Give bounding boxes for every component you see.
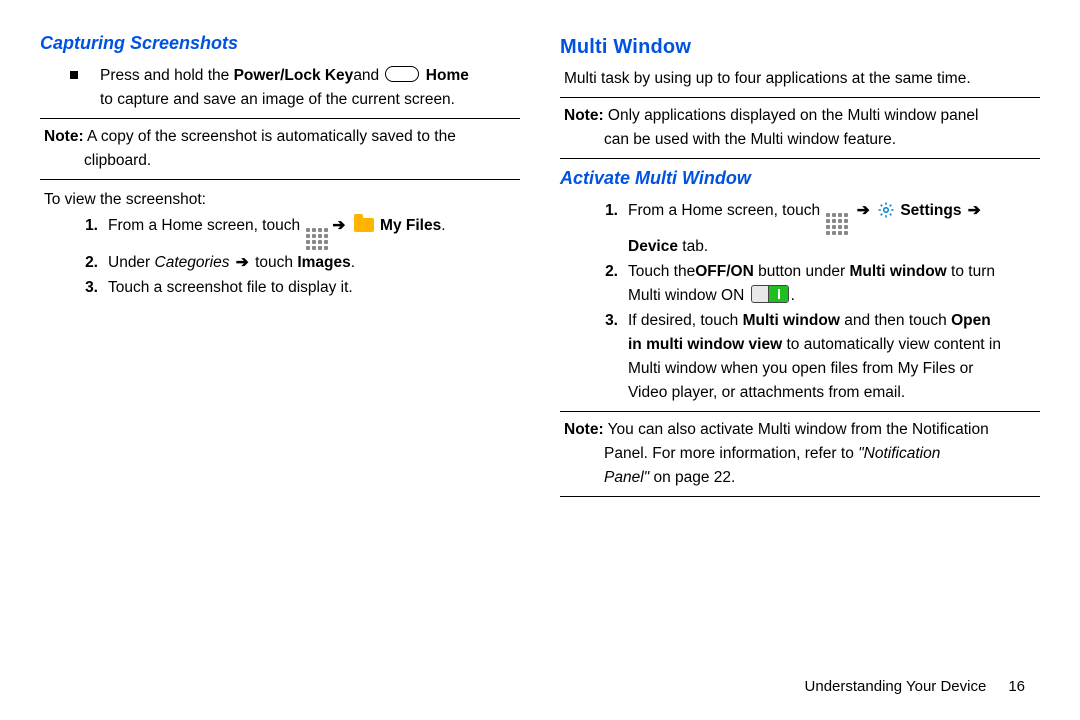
step-number: 1. xyxy=(40,214,108,238)
dot: . xyxy=(441,217,445,234)
in-multi-window-view-label: in multi window view xyxy=(628,336,782,353)
text: to turn xyxy=(947,263,995,280)
gear-icon xyxy=(877,201,895,219)
arrow-icon: ➔ xyxy=(230,254,256,271)
text: From a Home screen, touch xyxy=(628,202,824,219)
text: Under xyxy=(108,254,155,271)
arrow-icon: ➔ xyxy=(330,217,347,234)
note-notification-panel: Note: You can also activate Multi window… xyxy=(564,418,1040,490)
step-3: 3. If desired, touch Multi window and th… xyxy=(560,309,1040,405)
section-title: Understanding Your Device xyxy=(805,678,987,695)
settings-label: Settings xyxy=(896,202,961,219)
left-column: Capturing Screenshots Press and hold the… xyxy=(40,30,520,503)
arrow-icon: ➔ xyxy=(850,202,876,219)
right-column: Multi Window Multi task by using up to f… xyxy=(560,30,1040,503)
step-1: 1. From a Home screen, touch ➔ Settings … xyxy=(560,199,1040,259)
heading-capturing-screenshots: Capturing Screenshots xyxy=(40,30,520,58)
note-text-2: clipboard. xyxy=(44,149,520,173)
note-label: Note: xyxy=(564,107,604,124)
step-number: 2. xyxy=(560,260,628,284)
divider xyxy=(40,118,520,119)
categories-label: Categories xyxy=(155,254,230,271)
step-number: 1. xyxy=(560,199,628,223)
intro-view-screenshot: To view the screenshot: xyxy=(44,188,520,212)
text: button under xyxy=(754,263,850,280)
folder-icon xyxy=(354,218,374,232)
note-only-apps: Note: Only applications displayed on the… xyxy=(564,104,1040,152)
open-label: Open xyxy=(951,312,991,329)
off-on-label: OFF/ON xyxy=(695,263,754,280)
arrow-icon: ➔ xyxy=(961,202,982,219)
divider xyxy=(560,158,1040,159)
apps-grid-icon xyxy=(306,228,328,250)
notification-ref: "Notification xyxy=(858,445,940,462)
step-number: 2. xyxy=(40,251,108,275)
text: From a Home screen, touch xyxy=(108,217,304,234)
divider xyxy=(560,411,1040,412)
multi-window-label: Multi window xyxy=(743,312,840,329)
step-2: 2. Under Categories ➔ touch Images. xyxy=(40,251,520,275)
home-label: Home xyxy=(421,67,468,84)
text: and then touch xyxy=(840,312,951,329)
dot: . xyxy=(791,287,795,304)
toggle-on-icon xyxy=(751,285,789,303)
note-text: Only applications displayed on the Multi… xyxy=(604,107,979,124)
divider xyxy=(560,97,1040,98)
text: tab. xyxy=(678,238,708,255)
divider xyxy=(40,179,520,180)
heading-activate-multi-window: Activate Multi Window xyxy=(560,165,1040,193)
text: and xyxy=(353,67,383,84)
text: to automatically view content in xyxy=(782,336,1001,353)
my-files-label: My Files xyxy=(376,217,441,234)
text: Video player, or attachments from email. xyxy=(628,381,1040,405)
text: on page 22. xyxy=(649,469,735,486)
text: Multi window ON xyxy=(628,287,749,304)
step-number: 3. xyxy=(40,276,108,300)
step-1: 1. From a Home screen, touch ➔ My Files. xyxy=(40,214,520,250)
text: Press and hold the xyxy=(100,67,234,84)
square-bullet-icon xyxy=(70,71,78,79)
multi-window-label: Multi window xyxy=(849,263,946,280)
dot: . xyxy=(351,254,355,271)
note-text: A copy of the screenshot is automaticall… xyxy=(84,128,456,145)
note-label: Note: xyxy=(564,421,604,438)
note-text-2: can be used with the Multi window featur… xyxy=(564,128,1040,152)
notification-ref-2: Panel" xyxy=(604,469,649,486)
text: Multi window when you open files from My… xyxy=(628,357,1040,381)
bullet-press-hold: Press and hold the Power/Lock Keyand Hom… xyxy=(40,64,520,112)
note-label: Note: xyxy=(44,128,84,145)
power-lock-key-label: Power/Lock Key xyxy=(234,67,354,84)
note-text: You can also activate Multi window from … xyxy=(604,421,989,438)
page-footer: Understanding Your Device 16 xyxy=(805,675,1025,698)
step-3: 3. Touch a screenshot file to display it… xyxy=(40,276,520,300)
note-clipboard: Note: A copy of the screenshot is automa… xyxy=(44,125,520,173)
intro-multi-task: Multi task by using up to four applicati… xyxy=(564,67,1040,91)
apps-grid-icon xyxy=(826,213,848,235)
divider xyxy=(560,496,1040,497)
step-number: 3. xyxy=(560,309,628,333)
step-2: 2. Touch theOFF/ON button under Multi wi… xyxy=(560,260,1040,308)
home-key-icon xyxy=(385,66,419,82)
text: If desired, touch xyxy=(628,312,743,329)
text: touch xyxy=(255,254,297,271)
text: Touch the xyxy=(628,263,695,280)
text: to capture and save an image of the curr… xyxy=(100,88,520,112)
text: Panel. For more information, refer to xyxy=(604,445,858,462)
images-label: Images xyxy=(297,254,350,271)
heading-multi-window: Multi Window xyxy=(560,32,1040,63)
page-number: 16 xyxy=(1008,678,1025,695)
device-label: Device xyxy=(628,238,678,255)
text: Touch a screenshot file to display it. xyxy=(108,276,520,300)
